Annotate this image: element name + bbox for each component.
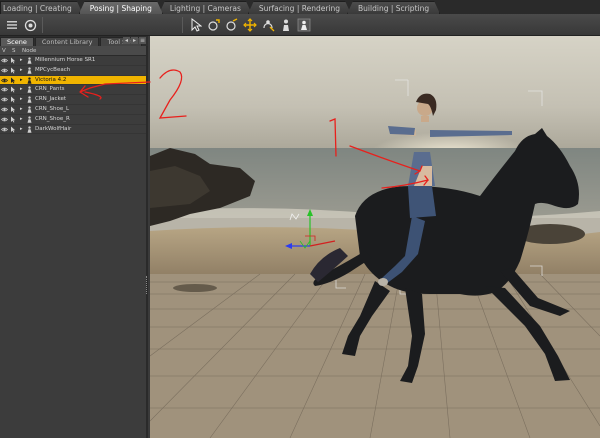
expand-arrow-icon[interactable]: ▸ (20, 125, 23, 135)
scene-node-row[interactable]: ▸ DarkWolfHair (0, 125, 146, 135)
column-node[interactable]: Node (22, 46, 36, 56)
scene-node-row[interactable]: ▸ Victoria 4.2 (0, 75, 146, 86)
selectable-cursor-icon[interactable] (10, 126, 18, 133)
selectable-cursor-icon[interactable] (10, 96, 18, 103)
eye-visibility-icon[interactable] (1, 77, 8, 84)
expand-arrow-icon[interactable]: ▸ (20, 76, 23, 86)
scene-node-row[interactable]: ▸ Millennium Horse SR1 (0, 56, 146, 66)
tab-content-library[interactable]: Content Library (34, 37, 100, 46)
main-toolbar (0, 14, 600, 36)
room-tab-surfacing-rendering[interactable]: Surfacing | Rendering (248, 1, 351, 14)
scene-node-label: CRN_Pants (35, 86, 65, 93)
eye-visibility-icon[interactable] (1, 57, 8, 64)
selectable-cursor-icon[interactable] (10, 67, 18, 74)
figure-node-icon (26, 125, 33, 133)
column-visible[interactable]: V (2, 46, 6, 56)
pane-splitter[interactable] (146, 276, 148, 294)
pane-tab-scroll: ◂ ▸ ≡ (123, 37, 146, 44)
twist-tool-icon[interactable] (224, 17, 240, 33)
figure-node-icon (26, 57, 33, 64)
room-tab-building-scripting[interactable]: Building | Scripting (347, 1, 440, 14)
column-selectable[interactable]: S (12, 46, 16, 56)
figure-node-icon (26, 67, 33, 74)
figure-node-icon (26, 76, 33, 84)
pane-tabs: Scene Content Library Tool Sett ◂ ▸ ≡ (0, 36, 148, 46)
expand-arrow-icon[interactable]: ▸ (20, 115, 23, 125)
eye-visibility-icon[interactable] (1, 86, 8, 93)
toolbar-separator (182, 17, 183, 33)
scene-node-label: CRN_Shoe_R (35, 115, 70, 122)
scene-column-header: V S Node (0, 46, 146, 56)
camera-icon[interactable] (22, 17, 38, 33)
figure-node-icon (26, 96, 33, 103)
scene-node-label: Millennium Horse SR1 (35, 57, 96, 63)
expand-arrow-icon[interactable]: ▸ (20, 56, 23, 66)
expand-arrow-icon[interactable]: ▸ (20, 95, 23, 105)
translate-tool-icon[interactable] (242, 17, 258, 33)
chevron-left-icon[interactable]: ◂ (123, 37, 130, 44)
pane-menu-icon[interactable]: ≡ (139, 37, 146, 44)
scene-node-row[interactable]: ▸ CRN_Shoe_R (0, 115, 146, 125)
room-tabs: Loading | Creating Posing | Shaping Ligh… (0, 0, 600, 14)
room-tab-lighting-cameras[interactable]: Lighting | Cameras (159, 1, 252, 14)
menu-icon[interactable] (4, 17, 20, 33)
eye-visibility-icon[interactable] (1, 106, 8, 113)
3d-viewport[interactable] (150, 36, 600, 438)
expand-arrow-icon[interactable]: ▸ (20, 105, 23, 115)
room-tab-posing-shaping[interactable]: Posing | Shaping (79, 1, 163, 14)
tab-scene[interactable]: Scene (0, 37, 34, 46)
selectable-cursor-icon[interactable] (10, 116, 18, 123)
expand-arrow-icon[interactable]: ▸ (20, 66, 23, 76)
selectable-cursor-icon[interactable] (10, 106, 18, 113)
node-weight-icon[interactable] (278, 17, 294, 33)
toolbar-separator (42, 17, 43, 33)
scene-node-label: MPCycBeach (35, 66, 71, 73)
eye-visibility-icon[interactable] (1, 67, 8, 74)
selectable-cursor-icon[interactable] (10, 77, 18, 84)
figure-node-icon (26, 86, 33, 94)
select-arrow-icon[interactable] (188, 17, 204, 33)
selectable-cursor-icon[interactable] (10, 86, 18, 93)
chevron-right-icon[interactable]: ▸ (131, 37, 138, 44)
scene-node-label: DarkWolfHair (35, 125, 72, 132)
scene-pane: Scene Content Library Tool Sett ◂ ▸ ≡ V … (0, 36, 148, 438)
scene-node-tree: ▸ Millennium Horse SR1 ▸ MPCycBeach ▸ Victori… (0, 56, 146, 135)
figure-tool-icon[interactable] (296, 17, 312, 33)
eye-visibility-icon[interactable] (1, 116, 8, 123)
figure-node-icon (26, 116, 33, 123)
scene-node-label: CRN_Shoe_L (35, 105, 70, 112)
scene-node-row[interactable]: ▸ CRN_Pants (0, 85, 146, 96)
scene-node-row[interactable]: ▸ CRN_Shoe_L (0, 105, 146, 115)
scene-node-label: CRN_Jacket (35, 96, 67, 103)
universal-tool-icon[interactable] (260, 17, 276, 33)
eye-visibility-icon[interactable] (1, 96, 8, 103)
eye-visibility-icon[interactable] (1, 126, 8, 133)
room-tab-loading-creating[interactable]: Loading | Creating (0, 1, 83, 14)
viewport-scene (150, 36, 600, 438)
selectable-cursor-icon[interactable] (10, 57, 18, 64)
scene-node-row[interactable]: ▸ CRN_Jacket (0, 95, 146, 105)
scene-node-row[interactable]: ▸ MPCycBeach (0, 66, 146, 76)
rotate-tool-icon[interactable] (206, 17, 222, 33)
figure-node-icon (26, 106, 33, 113)
scene-node-label: Victoria 4.2 (35, 76, 67, 83)
expand-arrow-icon[interactable]: ▸ (20, 85, 23, 95)
